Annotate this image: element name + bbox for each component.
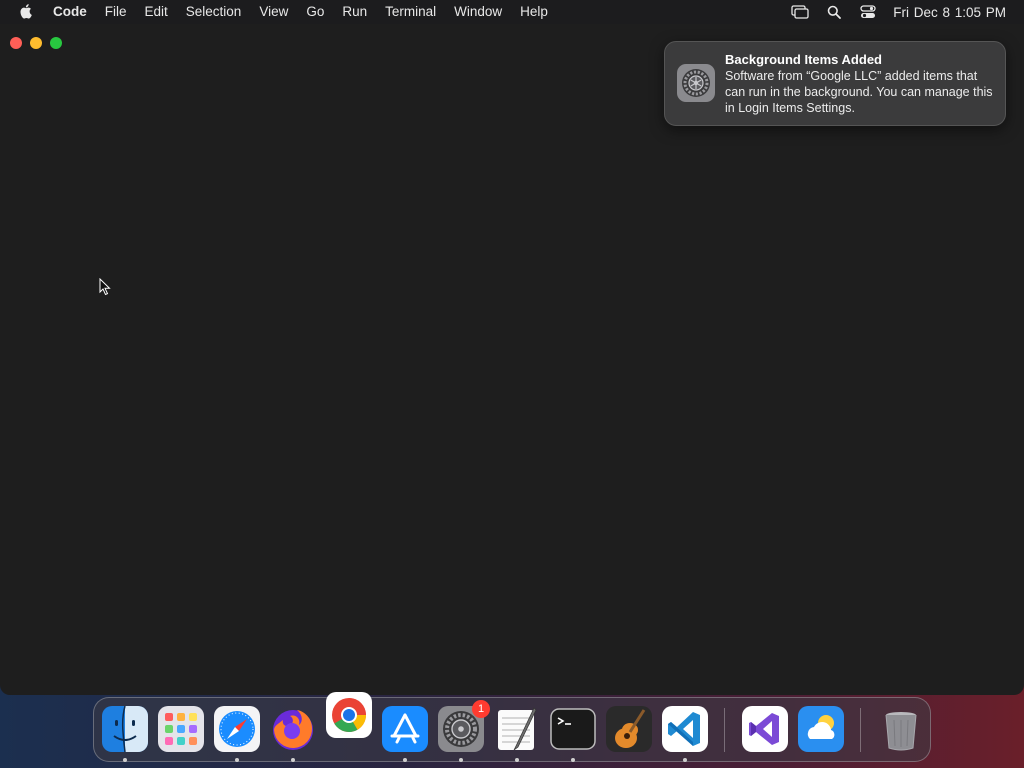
apple-icon[interactable] <box>17 0 37 24</box>
menu-bar-clock[interactable]: Fri Dec 8 1:05 PM <box>893 5 1006 20</box>
fullscreen-window-button[interactable] <box>50 37 62 49</box>
close-window-button[interactable] <box>10 37 22 49</box>
running-indicator <box>459 758 463 762</box>
spotlight-search-icon[interactable] <box>825 4 843 20</box>
dock-item-google-chrome[interactable] <box>326 692 372 738</box>
running-indicator <box>515 758 519 762</box>
menu-run[interactable]: Run <box>333 0 376 24</box>
dock-item-textedit[interactable] <box>494 706 540 762</box>
menu-terminal[interactable]: Terminal <box>376 0 445 24</box>
menu-view[interactable]: View <box>250 0 297 24</box>
running-indicator <box>123 758 127 762</box>
dock-separator <box>724 708 725 752</box>
dock-item-safari[interactable] <box>214 706 260 762</box>
mouse-cursor-icon <box>99 277 111 296</box>
app-store-icon <box>382 706 428 752</box>
window-controls <box>10 37 62 49</box>
dock-item-trash[interactable] <box>878 706 924 752</box>
dock-item-garageband[interactable] <box>606 706 652 752</box>
firefox-icon <box>273 710 313 750</box>
chrome-icon <box>326 692 372 738</box>
running-indicator <box>291 758 295 762</box>
garageband-icon <box>606 706 652 752</box>
notification-body: Software from “Google LLC” added items t… <box>725 69 993 115</box>
launchpad-icon <box>158 706 204 752</box>
menu-app-name[interactable]: Code <box>47 0 96 24</box>
safari-icon <box>214 706 260 752</box>
finder-icon <box>102 706 148 752</box>
visual-studio-icon <box>742 706 788 752</box>
dock-item-app-store[interactable] <box>382 706 428 762</box>
notification-banner[interactable]: Background Items Added Software from “Go… <box>664 41 1006 126</box>
dock-item-terminal[interactable] <box>550 706 596 762</box>
terminal-icon <box>550 708 596 750</box>
dock: 1 <box>93 692 931 762</box>
menu-window[interactable]: Window <box>445 0 511 24</box>
menu-bar: Code File Edit Selection View Go Run Ter… <box>0 0 1024 24</box>
notification-badge: 1 <box>472 700 490 718</box>
weather-icon <box>798 706 844 752</box>
textedit-icon <box>498 707 537 751</box>
dock-item-launchpad[interactable] <box>158 706 204 752</box>
dock-item-finder[interactable] <box>102 706 148 762</box>
screen-mirroring-icon[interactable] <box>791 4 809 20</box>
running-indicator <box>571 758 575 762</box>
control-center-icon[interactable] <box>859 4 877 20</box>
notification-title: Background Items Added <box>725 52 882 67</box>
running-indicator <box>683 758 687 762</box>
dock-item-visual-studio[interactable] <box>742 706 788 752</box>
dock-item-visual-studio-code[interactable] <box>662 706 708 762</box>
trash-icon <box>885 712 917 751</box>
dock-item-weather[interactable] <box>798 706 844 752</box>
notification-content: Background Items Added Software from “Go… <box>725 42 1005 125</box>
dock-separator <box>860 708 861 752</box>
menu-help[interactable]: Help <box>511 0 557 24</box>
dock-item-system-settings[interactable]: 1 <box>438 700 490 762</box>
menu-go[interactable]: Go <box>297 0 333 24</box>
system-settings-icon <box>677 64 715 102</box>
minimize-window-button[interactable] <box>30 37 42 49</box>
vscode-icon <box>662 706 708 752</box>
dock-item-firefox[interactable] <box>270 706 316 762</box>
menu-selection[interactable]: Selection <box>177 0 251 24</box>
menu-edit[interactable]: Edit <box>136 0 177 24</box>
running-indicator <box>403 758 407 762</box>
running-indicator <box>235 758 239 762</box>
menu-file[interactable]: File <box>96 0 136 24</box>
